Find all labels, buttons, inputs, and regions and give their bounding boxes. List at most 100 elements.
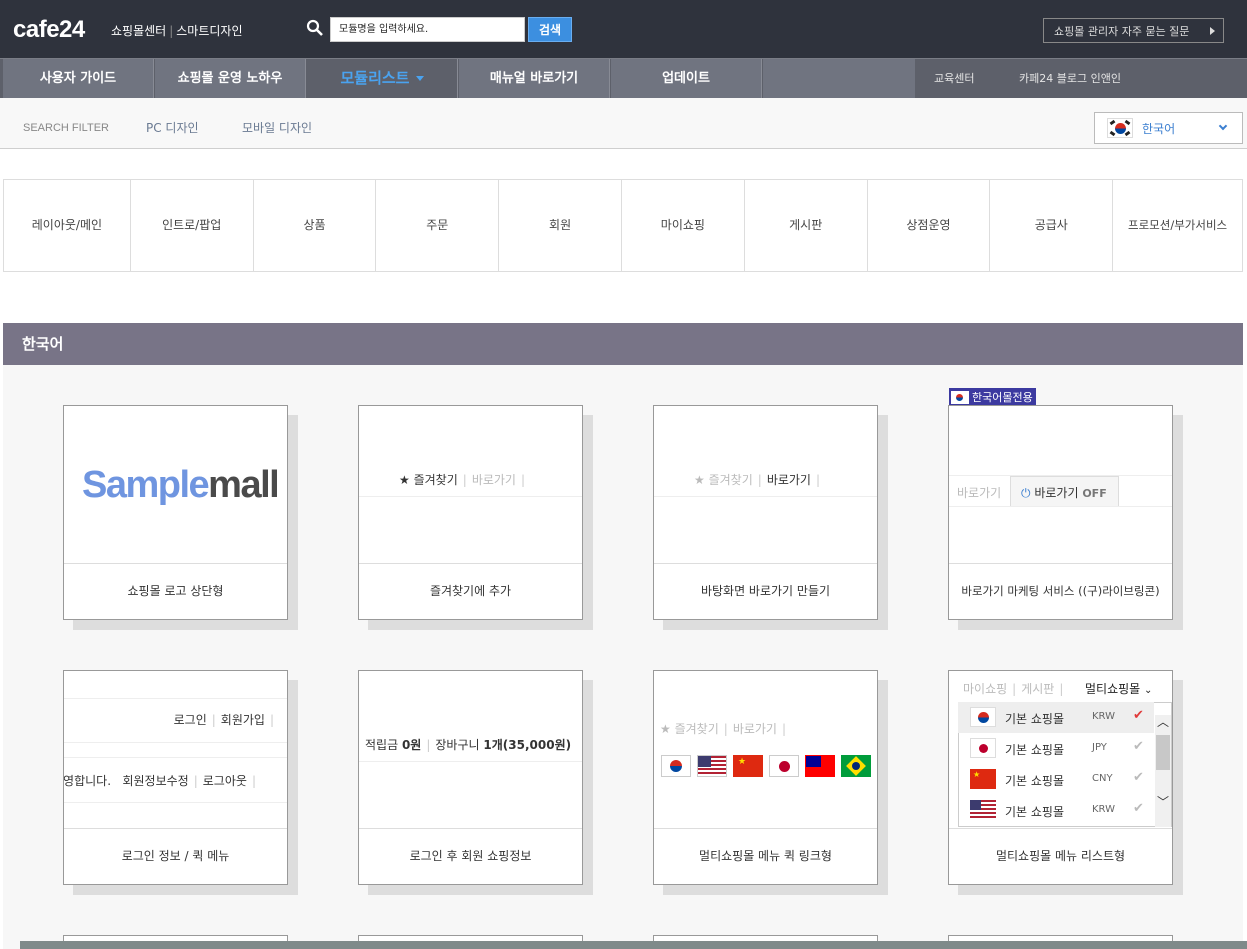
nav-module-list-label: 모듈리스트: [340, 69, 410, 87]
badge-label: 한국어몰전용: [972, 391, 1033, 404]
category-order[interactable]: 주문: [376, 180, 500, 271]
chevron-up-icon: ︿: [1157, 715, 1170, 729]
multi-list-links: 마이쇼핑 | 게시판 |: [963, 682, 1064, 696]
list-item[interactable]: ★ 기본 쇼핑몰 CNY ✔: [958, 764, 1154, 795]
korea-flag-icon: [970, 707, 996, 727]
korean-only-badge: 한국어몰전용: [949, 388, 1036, 405]
caret-down-icon: [415, 76, 424, 81]
logo-subtitle: 쇼핑몰센터 | 스마트디자인: [111, 24, 243, 38]
japan-flag-icon: [769, 755, 799, 777]
category-table: 레이아웃/메인 인트로/팝업 상품 주문 회원 마이쇼핑 게시판 상점운영 공급…: [3, 179, 1243, 272]
shortcut-link: 바로가기: [766, 473, 811, 487]
nav-user-guide[interactable]: 사용자 가이드: [3, 59, 154, 98]
usa-flag-icon: [697, 755, 727, 777]
china-flag-icon: ★: [970, 769, 996, 789]
shortcut-faded-label: 바로가기: [957, 486, 1002, 500]
star-icon: ★: [399, 473, 410, 487]
korea-flag-icon: [661, 755, 691, 777]
shortcut-link: 바로가기: [471, 473, 516, 487]
check-icon: ✔: [1133, 739, 1144, 754]
filter-bar: SEARCH FILTER PC 디자인 모바일 디자인 한국어: [0, 98, 1247, 149]
star-icon: ★: [660, 722, 671, 736]
category-layout-main[interactable]: 레이아웃/메인: [4, 180, 131, 271]
brazil-flag-icon: [841, 755, 871, 777]
usa-flag-icon: [970, 800, 996, 820]
arrow-right-icon: [1210, 27, 1215, 35]
module-card-favorite[interactable]: ★ 즐겨찾기 | 바로가기 | 즐겨찾기에 추가: [358, 405, 583, 620]
faq-label: 쇼핑몰 관리자 자주 묻는 질문: [1054, 24, 1190, 38]
chevron-down-icon: ⌄: [1144, 685, 1153, 696]
category-supplier[interactable]: 공급사: [990, 180, 1114, 271]
search-button[interactable]: 검색: [528, 17, 572, 42]
search-icon: [306, 19, 323, 36]
list-scrollbar[interactable]: ︿ ﹀: [1155, 715, 1171, 827]
module-card-member-info[interactable]: 적립금 0원 | 장바구니 1개(35,000원) 로그인 후 회원 쇼핑정보: [358, 670, 583, 885]
check-icon: ✔: [1133, 770, 1144, 785]
list-item[interactable]: 기본 쇼핑몰 KRW ✔: [958, 795, 1154, 826]
favorite-link: 즐겨찾기: [708, 473, 753, 487]
search-filter-label: SEARCH FILTER: [23, 122, 109, 134]
chevron-down-icon: ﹀: [1157, 795, 1170, 809]
favorite-link: 즐겨찾기: [413, 473, 458, 487]
main-nav: 사용자 가이드 쇼핑몰 운영 노하우 모듈리스트 매뉴얼 바로가기 업데이트 교…: [0, 58, 1247, 98]
nav-education-center[interactable]: 교육센터: [934, 59, 974, 98]
filter-pc-design[interactable]: PC 디자인: [146, 119, 199, 136]
category-member[interactable]: 회원: [499, 180, 622, 271]
search-input[interactable]: [330, 17, 525, 42]
check-icon: ✔: [1133, 801, 1144, 816]
check-icon: ✔: [1133, 708, 1144, 723]
card-label: 쇼핑몰 로고 상단형: [64, 563, 287, 619]
member-shopping-info: 적립금 0원 | 장바구니 1개(35,000원): [365, 738, 572, 752]
chevron-down-icon: [1218, 121, 1228, 131]
category-intro-popup[interactable]: 인트로/팝업: [131, 180, 254, 271]
shortcut-off-toggle: ⏻ 바로가기 OFF: [1010, 476, 1119, 507]
smart-design-link[interactable]: 스마트디자인: [176, 24, 242, 38]
category-board[interactable]: 게시판: [745, 180, 868, 271]
module-card-multi-link[interactable]: ★ 즐겨찾기 | 바로가기 | ★ 멀티쇼핑몰 메뉴 퀵 링크형: [653, 670, 878, 885]
module-card-desktop-shortcut[interactable]: ★ 즐겨찾기 | 바로가기 | 바탕화면 바로가기 만들기: [653, 405, 878, 620]
category-store-ops[interactable]: 상점운영: [868, 180, 991, 271]
list-item[interactable]: 기본 쇼핑몰 KRW ✔: [958, 702, 1154, 733]
japan-flag-icon: [970, 738, 996, 758]
power-icon: ⏻: [1021, 486, 1031, 500]
nav-blog[interactable]: 카페24 블로그 인앤인: [1019, 59, 1121, 98]
star-icon: ★: [694, 473, 705, 487]
card-label: 멀티쇼핑몰 메뉴 리스트형: [949, 828, 1172, 884]
faq-button[interactable]: 쇼핑몰 관리자 자주 묻는 질문: [1043, 18, 1224, 43]
section-title: 한국어: [3, 323, 1243, 365]
category-promotion[interactable]: 프로모션/부가서비스: [1113, 180, 1242, 271]
top-header: cafe24 쇼핑몰센터|스마트디자인 검색 쇼핑몰 관리자 자주 묻는 질문: [0, 0, 1247, 58]
multi-shop-select[interactable]: 멀티쇼핑몰 ⌄: [1085, 680, 1152, 697]
multi-link-preview: ★ 즐겨찾기 | 바로가기 |: [660, 722, 787, 736]
module-card-marketing[interactable]: 바로가기 ⏻ 바로가기 OFF 바로가기 마케팅 서비스 ((구)라이브링콘): [948, 405, 1173, 620]
module-card-logo-top[interactable]: Samplemall 쇼핑몰 로고 상단형: [63, 405, 288, 620]
category-myshopping[interactable]: 마이쇼핑: [622, 180, 745, 271]
card-label: 멀티쇼핑몰 메뉴 퀵 링크형: [654, 828, 877, 884]
cafe24-logo[interactable]: cafe24: [13, 16, 85, 44]
nav-empty-slot: [763, 59, 915, 98]
filter-mobile-design[interactable]: 모바일 디자인: [242, 119, 312, 136]
nav-shop-knowhow[interactable]: 쇼핑몰 운영 노하우: [155, 59, 306, 98]
login-links: 로그인 | 회원가입 |: [173, 713, 274, 727]
taiwan-flag-icon: [805, 755, 835, 777]
category-product[interactable]: 상품: [254, 180, 377, 271]
samplemall-logo: Samplemall: [82, 464, 280, 506]
korea-flag-icon: [951, 390, 969, 404]
shortcut-preview: ★ 즐겨찾기 | 바로가기 |: [694, 473, 821, 487]
bottom-toolbar: [20, 941, 1247, 949]
module-card-login-info[interactable]: 로그인|회원가입| 환영합니다. 회원정보수정|로그아웃| 로그인 정보 / 퀵…: [63, 670, 288, 885]
nav-update[interactable]: 업데이트: [611, 59, 762, 98]
nav-manual[interactable]: 매뉴얼 바로가기: [459, 59, 610, 98]
card-label: 바탕화면 바로가기 만들기: [654, 563, 877, 619]
card-label: 로그인 후 회원 쇼핑정보: [359, 828, 582, 884]
shop-center-link[interactable]: 쇼핑몰센터: [111, 24, 166, 38]
language-select[interactable]: 한국어: [1094, 112, 1243, 144]
nav-module-list[interactable]: 모듈리스트: [307, 59, 458, 98]
card-label: 바로가기 마케팅 서비스 ((구)라이브링콘): [949, 563, 1172, 619]
module-card-multi-list[interactable]: 마이쇼핑 | 게시판 | 멀티쇼핑몰 ⌄ 기본 쇼핑몰 KRW ✔ 기본 쇼핑몰 JP…: [948, 670, 1173, 885]
list-item[interactable]: 기본 쇼핑몰 JPY ✔: [958, 733, 1154, 764]
korea-flag-icon: [1107, 118, 1133, 138]
member-links: 환영합니다. 회원정보수정|로그아웃|: [63, 774, 256, 788]
language-label: 한국어: [1142, 122, 1176, 136]
china-flag-icon: ★: [733, 755, 763, 777]
